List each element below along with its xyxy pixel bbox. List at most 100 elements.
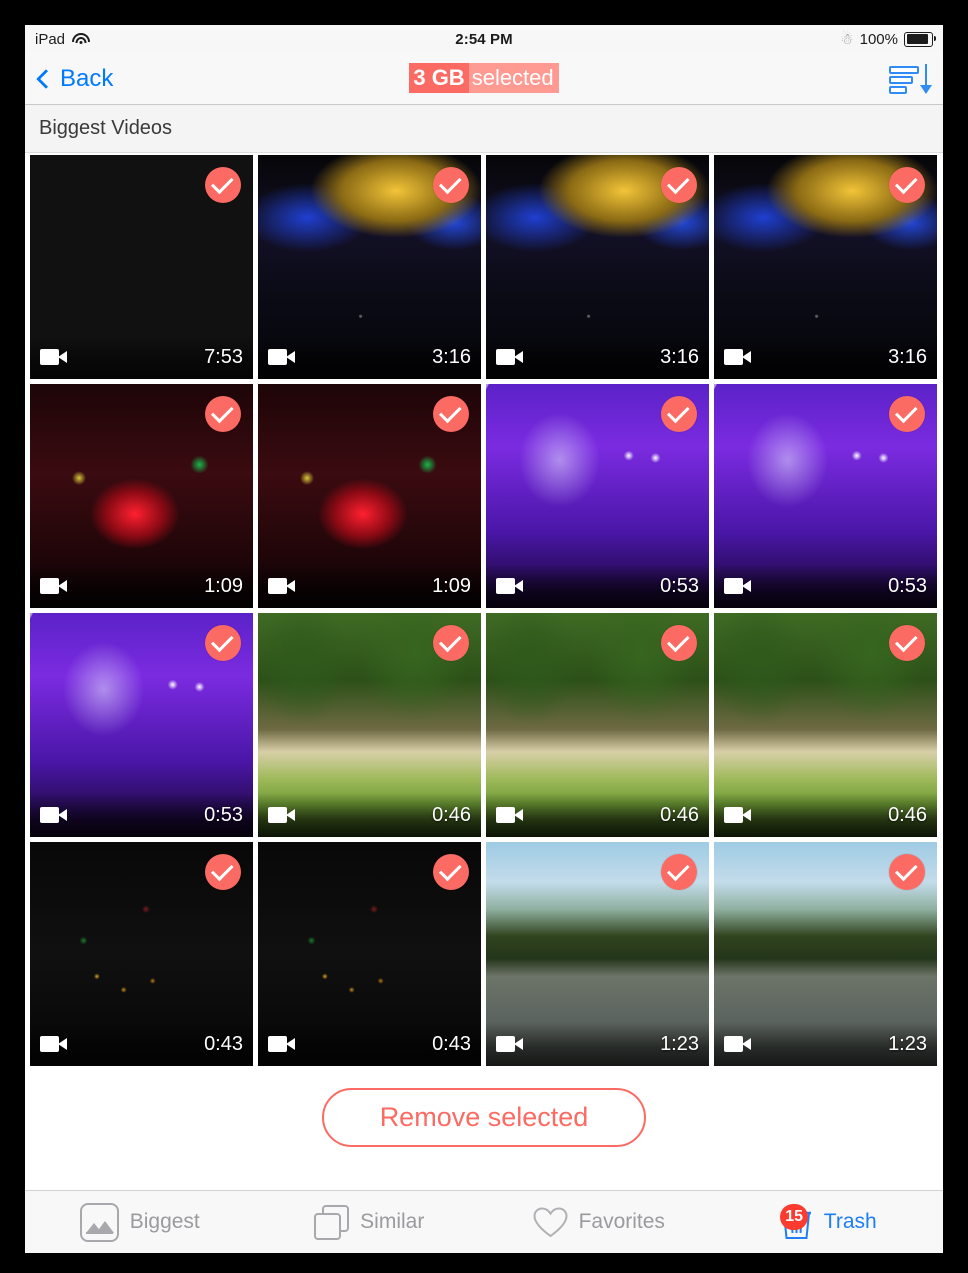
video-meta: 1:23 [714,1022,937,1066]
video-meta: 0:46 [258,793,481,837]
check-circle-icon[interactable] [889,396,925,432]
checkmark-glyph [666,629,690,653]
checkmark-glyph [894,858,918,882]
video-cell[interactable]: 3:16 [714,155,937,379]
video-cell[interactable]: 0:53 [30,613,253,837]
sort-arrow-head [919,84,932,94]
video-grid: 7:53 3:16 3:16 3:16 1:09 1:09 0:53 0:53 0:53 0:46… [25,153,943,1066]
video-meta: 0:43 [30,1022,253,1066]
video-meta: 0:46 [714,793,937,837]
video-duration-label: 0:43 [204,1032,243,1055]
video-meta: 0:43 [258,1022,481,1066]
check-circle-icon[interactable] [433,167,469,203]
section-header: Biggest Videos [25,105,943,153]
checkmark-glyph [210,171,234,195]
check-circle-icon[interactable] [661,396,697,432]
tab-similar-label: Similar [360,1210,425,1233]
remove-selected-button[interactable]: Remove selected [321,1088,647,1147]
video-camera-icon [724,1036,751,1052]
video-duration-label: 7:53 [204,345,243,368]
checkmark-glyph [210,858,234,882]
video-duration-label: 0:53 [888,574,927,597]
check-circle-icon[interactable] [205,167,241,203]
check-circle-icon[interactable] [205,396,241,432]
video-cell[interactable]: 0:53 [714,384,937,608]
video-camera-icon [496,807,523,823]
video-duration-label: 3:16 [888,345,927,368]
video-duration-label: 0:46 [888,803,927,826]
video-cell[interactable]: 0:43 [30,842,253,1066]
checkmark-glyph [438,400,462,424]
tab-bar: Biggest Similar Favorites 15 Trash [25,1190,943,1253]
video-cell[interactable]: 0:46 [486,613,709,837]
checkmark-glyph [210,629,234,653]
video-camera-icon [724,807,751,823]
checkmark-glyph [894,400,918,424]
check-circle-icon[interactable] [433,625,469,661]
checkmark-glyph [666,400,690,424]
video-cell[interactable]: 7:53 [30,155,253,379]
status-bar-right: ☃ 100% [840,30,936,48]
video-cell[interactable]: 0:46 [714,613,937,837]
video-meta: 3:16 [714,335,937,379]
video-duration-label: 0:43 [432,1032,471,1055]
video-duration-label: 0:53 [660,574,699,597]
navigation-bar: Back 3 GB selected [25,53,943,105]
video-cell[interactable]: 1:23 [486,842,709,1066]
video-meta: 3:16 [486,335,709,379]
back-button-label: Back [60,64,114,92]
video-duration-label: 0:53 [204,803,243,826]
video-duration-label: 0:46 [432,803,471,826]
check-circle-icon[interactable] [205,625,241,661]
battery-full-icon [904,31,936,47]
check-circle-icon[interactable] [661,167,697,203]
video-camera-icon [40,1036,67,1052]
sort-bar-2 [889,75,913,84]
video-cell[interactable]: 0:53 [486,384,709,608]
checkmark-glyph [666,171,690,195]
video-duration-label: 1:09 [204,574,243,597]
check-circle-icon[interactable] [661,854,697,890]
check-circle-icon[interactable] [433,396,469,432]
ipad-screen: iPad 2:54 PM ☃ 100% Back 3 GB selected Bi… [25,25,943,1253]
check-circle-icon[interactable] [661,625,697,661]
video-camera-icon [40,807,67,823]
video-cell[interactable]: 3:16 [486,155,709,379]
video-duration-label: 3:16 [432,345,471,368]
video-cell[interactable]: 1:09 [30,384,253,608]
check-circle-icon[interactable] [205,854,241,890]
video-camera-icon [268,578,295,594]
sort-descending-icon[interactable] [889,63,932,95]
tab-favorites[interactable]: Favorites [484,1206,714,1238]
tab-similar[interactable]: Similar [255,1204,485,1240]
tab-biggest-label: Biggest [129,1210,200,1233]
tab-trash[interactable]: 15 Trash [714,1203,944,1240]
content-scroll-area[interactable]: 7:53 3:16 3:16 3:16 1:09 1:09 0:53 0:53 0:53 0:46… [25,153,943,1253]
selected-size-suffix: selected [468,63,559,94]
video-cell[interactable]: 3:16 [258,155,481,379]
video-meta: 1:09 [30,564,253,608]
video-cell[interactable]: 1:09 [258,384,481,608]
check-circle-icon[interactable] [889,167,925,203]
nav-title-wrap: 3 GB selected [25,63,943,94]
heart-icon [533,1206,568,1238]
video-camera-icon [724,578,751,594]
video-camera-icon [496,578,523,594]
check-circle-icon[interactable] [433,854,469,890]
video-camera-icon [496,1036,523,1052]
video-cell[interactable]: 0:43 [258,842,481,1066]
video-meta: 1:23 [486,1022,709,1066]
video-cell[interactable]: 0:46 [258,613,481,837]
check-circle-icon[interactable] [889,854,925,890]
checkmark-glyph [438,858,462,882]
battery-percent-label: 100% [859,30,898,48]
trash-count-badge: 15 [780,1203,809,1230]
back-button[interactable]: Back [36,64,114,93]
bluetooth-icon: ☃ [840,30,854,48]
video-camera-icon [268,349,295,365]
video-cell[interactable]: 1:23 [714,842,937,1066]
sort-bar-1 [889,65,919,74]
video-camera-icon [724,349,751,365]
tab-biggest[interactable]: Biggest [25,1202,255,1242]
check-circle-icon[interactable] [889,625,925,661]
